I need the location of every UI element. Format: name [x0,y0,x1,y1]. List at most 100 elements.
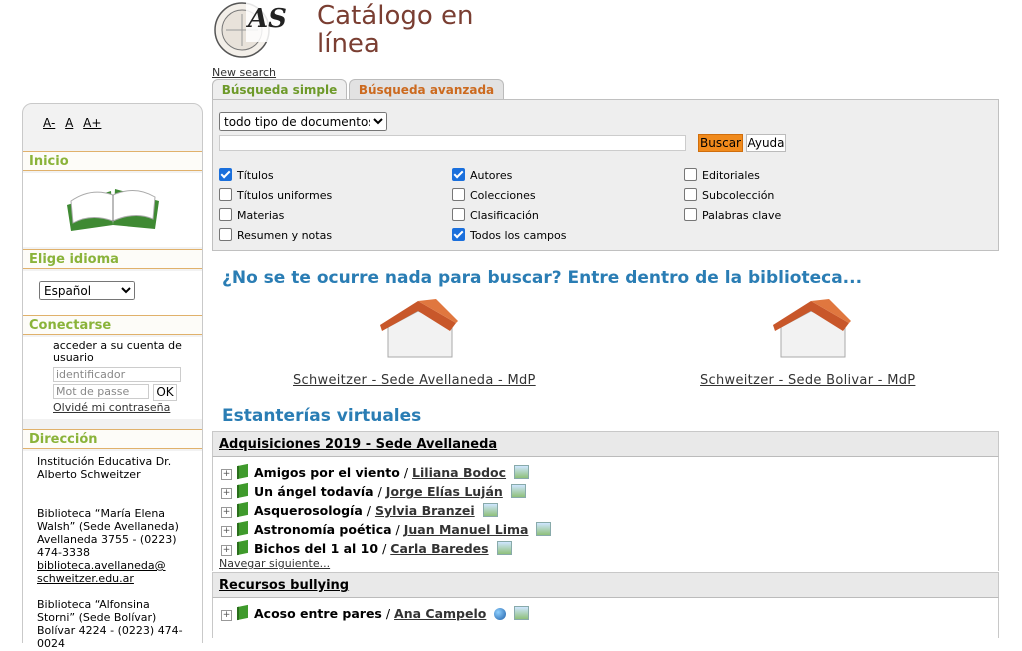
house-icon[interactable] [380,297,458,361]
language-select[interactable]: Español [39,281,135,300]
search-panel: todo tipo de documentos Buscar Ayuda Tít… [212,99,999,251]
house-icon[interactable] [773,297,851,361]
font-size-controls: A- A A+ [43,116,107,130]
checkbox-titles[interactable] [219,168,232,181]
checkbox-abstract[interactable] [219,228,232,241]
field-publishers-label: Editoriales [702,169,760,182]
record-author-link[interactable]: Jorge Elías Luján [386,484,503,499]
list-item: + Asquerosología / Sylvia Branzei [221,501,498,520]
image-icon[interactable] [514,606,530,620]
globe-icon[interactable] [494,608,507,620]
home-section [23,173,202,247]
shelf-title[interactable]: Adquisiciones 2019 - Sede Avellaneda [219,437,497,452]
search-input[interactable] [219,135,686,151]
image-icon[interactable] [510,484,526,498]
virtual-shelves-heading: Estanterías virtuales [222,406,422,426]
login-id-input[interactable]: identificador [53,367,181,382]
address-library-2: Biblioteca “Alfonsina Storni” (Sede Bolí… [37,598,183,650]
tab-advanced-search[interactable]: Búsqueda avanzada [349,79,504,99]
field-collections[interactable]: Colecciones [452,188,536,203]
record-author-link[interactable]: Liliana Bodoc [412,465,506,480]
image-icon[interactable] [496,541,512,555]
field-uniform-titles[interactable]: Títulos uniformes [219,188,332,203]
checkbox-classification[interactable] [452,208,465,221]
list-item: + Bichos del 1 al 10 / Carla Baredes [221,539,512,558]
forgot-password-link[interactable]: Olvidé mi contraseña [53,401,170,414]
record-author-link[interactable]: Carla Baredes [390,541,488,556]
navigate-next-link[interactable]: Navegar siguiente... [219,557,330,570]
record-title[interactable]: Acoso entre pares [254,606,382,621]
record-title[interactable]: Astronomía poética [254,522,392,537]
checkbox-keywords[interactable] [684,208,697,221]
field-classification[interactable]: Clasificación [452,208,539,223]
shelf-heading[interactable]: Adquisiciones 2019 - Sede Avellaneda [212,431,999,457]
field-keywords[interactable]: Palabras clave [684,208,781,223]
field-collections-label: Colecciones [470,189,536,202]
checkbox-all-fields[interactable] [452,228,465,241]
book-icon [237,463,248,480]
shelf-list: + Amigos por el viento / Liliana Bodoc + U… [212,457,999,571]
search-button[interactable]: Buscar [698,134,743,152]
font-normal-button[interactable]: A [65,116,73,130]
field-publishers[interactable]: Editoriales [684,168,760,183]
list-item: + Acoso entre pares / Ana Campelo [221,604,530,623]
expand-icon[interactable]: + [221,469,232,480]
record-title[interactable]: Asquerosología [254,503,363,518]
enter-library-heading: ¿No se te ocurre nada para buscar? Entre… [222,268,863,288]
font-smaller-button[interactable]: A- [43,116,55,130]
checkbox-uniform-titles[interactable] [219,188,232,201]
record-title[interactable]: Amigos por el viento [254,465,400,480]
address-institution: Institución Educativa Dr. Alberto Schwei… [37,455,172,481]
list-item: + Un ángel todavía / Jorge Elías Luján [221,482,526,501]
image-icon[interactable] [536,522,552,536]
language-heading: Elige idioma [23,249,202,269]
sidebar: A- A A+ Inicio Elige idioma Español Cone… [22,103,203,651]
field-keywords-label: Palabras clave [702,209,782,222]
book-icon [237,501,248,518]
expand-icon[interactable]: + [221,488,232,499]
field-authors-label: Autores [470,169,513,182]
expand-icon[interactable]: + [221,526,232,537]
font-larger-button[interactable]: A+ [83,116,101,130]
field-authors[interactable]: Autores [452,168,512,183]
record-author-link[interactable]: Ana Campelo [394,606,486,621]
book-icon [237,520,248,537]
checkbox-collections[interactable] [452,188,465,201]
shelf-heading[interactable]: Recursos bullying [212,572,999,598]
field-subcollection[interactable]: Subcolección [684,188,774,203]
expand-icon[interactable]: + [221,545,232,556]
record-title[interactable]: Bichos del 1 al 10 [254,541,378,556]
checkbox-subcollection[interactable] [684,188,697,201]
field-titles[interactable]: Títulos [219,168,274,183]
help-button[interactable]: Ayuda [746,134,786,152]
logo-initials: AS [248,4,287,34]
field-abstract[interactable]: Resumen y notas [219,228,332,243]
field-all[interactable]: Todos los campos [452,228,566,243]
checkbox-subjects[interactable] [219,208,232,221]
new-search-link[interactable]: New search [212,66,276,79]
record-author-link[interactable]: Sylvia Branzei [375,503,475,518]
image-icon[interactable] [514,465,530,479]
address-heading: Dirección [23,429,202,449]
checkbox-publishers[interactable] [684,168,697,181]
expand-icon[interactable]: + [221,610,232,621]
image-icon[interactable] [482,503,498,517]
field-subjects[interactable]: Materias [219,208,284,223]
record-title[interactable]: Un ángel todavía [254,484,374,499]
logo: AS [212,0,287,62]
tab-simple-search[interactable]: Búsqueda simple [212,79,347,99]
field-titles-label: Títulos [237,169,274,182]
expand-icon[interactable]: + [221,507,232,518]
login-ok-button[interactable]: OK [153,384,177,401]
library-email-link[interactable]: biblioteca.avellaneda@ schweitzer.edu.ar [37,559,187,585]
open-book-icon[interactable] [63,179,163,233]
document-type-select[interactable]: todo tipo de documentos [219,112,387,131]
shelf-title[interactable]: Recursos bullying [219,578,349,593]
login-password-input[interactable]: Mot de passe [53,384,149,399]
branch-avellaneda-link[interactable]: Schweitzer - Sede Avellaneda - MdP [293,373,536,388]
page-title: Catálogo en línea [317,1,474,59]
branch-bolivar-link[interactable]: Schweitzer - Sede Bolivar - MdP [700,373,915,388]
record-author-link[interactable]: Juan Manuel Lima [404,522,529,537]
checkbox-authors[interactable] [452,168,465,181]
home-heading[interactable]: Inicio [23,151,202,171]
